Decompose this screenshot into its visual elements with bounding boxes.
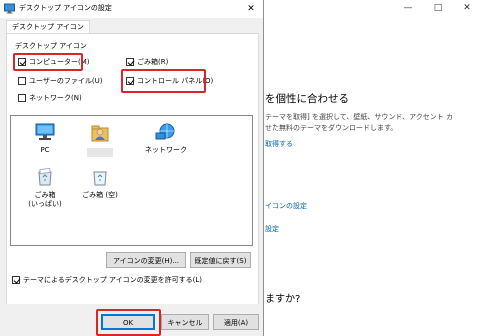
allow-themes-checkbox[interactable]: テーマによるデスクトップ アイコンの変更を許可する(L) [12,275,202,285]
checkbox-label: ユーザーのファイル(U) [29,77,103,85]
related-setting-link[interactable]: 設定 [265,224,279,234]
tab-strip: デスクトップ アイコン [0,19,263,34]
icon-item-recycle-empty[interactable]: ごみ箱 (空) [70,168,130,200]
icon-item-pc[interactable]: PC [15,123,75,155]
checkbox-box[interactable] [18,77,26,85]
checkbox-box[interactable] [126,58,134,66]
recycle-bin-empty-icon [93,171,107,186]
icon-label-user-files [87,148,113,157]
question-heading: ますか? [265,294,301,305]
network-icon [155,123,175,140]
icon-item-user-files[interactable] [70,123,130,157]
cancel-button[interactable]: キャンセル [161,314,209,330]
close-window-button[interactable]: ✕ [452,0,480,16]
computer-icon [35,123,55,140]
user-folder-icon [91,125,109,142]
checkbox-box[interactable] [12,276,20,284]
recycle-bin-full-icon [38,167,52,186]
theme-description-line1: テーマを取得] を選択して、壁紙、サウンド、アクセント カ [265,113,453,121]
desktop-app-icon [4,3,15,14]
checkbox-network[interactable]: ネットワーク(N) [18,93,82,103]
icon-item-network[interactable]: ネットワーク [136,123,196,155]
icon-label-recycle-full: ごみ箱 (いっぱい) [28,191,62,208]
apply-button[interactable]: 適用(A) [213,314,259,330]
highlight-control-panel [121,69,206,93]
restore-default-button[interactable]: 既定値に戻す(S) [190,252,251,268]
icon-label-pc: PC [40,146,50,154]
minimize-button[interactable]: — [393,0,423,16]
dialog-close-button[interactable]: ✕ [243,2,259,16]
checkbox-box[interactable] [18,94,26,102]
highlight-computer [13,53,83,71]
highlight-ok [96,309,161,336]
tab-desktop-icons[interactable]: デスクトップ アイコン [6,20,90,34]
change-icon-button[interactable]: アイコンの変更(H)... [106,252,186,268]
maximize-button[interactable]: □ [423,0,453,16]
group-label: デスクトップ アイコン [15,42,87,50]
icon-label-recycle-empty: ごみ箱 (空) [82,191,118,199]
desktop-icon-settings-dialog: デスクトップ アイコンの設定 ✕ デスクトップ アイコン デスクトップ アイコン… [0,0,264,336]
icon-item-recycle-full[interactable]: ごみ箱 (いっぱい) [15,167,75,209]
desktop-icon-settings-link[interactable]: イコンの設定 [265,201,307,211]
checkbox-user-files[interactable]: ユーザーのファイル(U) [18,76,102,86]
dialog-title: デスクトップ アイコンの設定 [19,4,112,12]
icon-list[interactable]: PC ネットワーク ごみ箱 (いっぱい) ごみ箱 (空) [10,115,253,246]
get-more-themes-link[interactable]: 取得する [265,139,293,149]
theme-description-line2: せた無料のテーマをダウンロードします。 [265,124,398,132]
checkbox-label: ネットワーク(N) [29,94,82,102]
dialog-titlebar: デスクトップ アイコンの設定 ✕ [0,0,263,18]
allow-themes-label: テーマによるデスクトップ アイコンの変更を許可する(L) [23,276,203,284]
icon-label-network: ネットワーク [145,146,187,154]
checkbox-recycle-bin[interactable]: ごみ箱(R) [126,57,168,67]
checkbox-label: ごみ箱(R) [137,58,169,66]
personalize-heading: を個性に合わせる [265,93,349,105]
